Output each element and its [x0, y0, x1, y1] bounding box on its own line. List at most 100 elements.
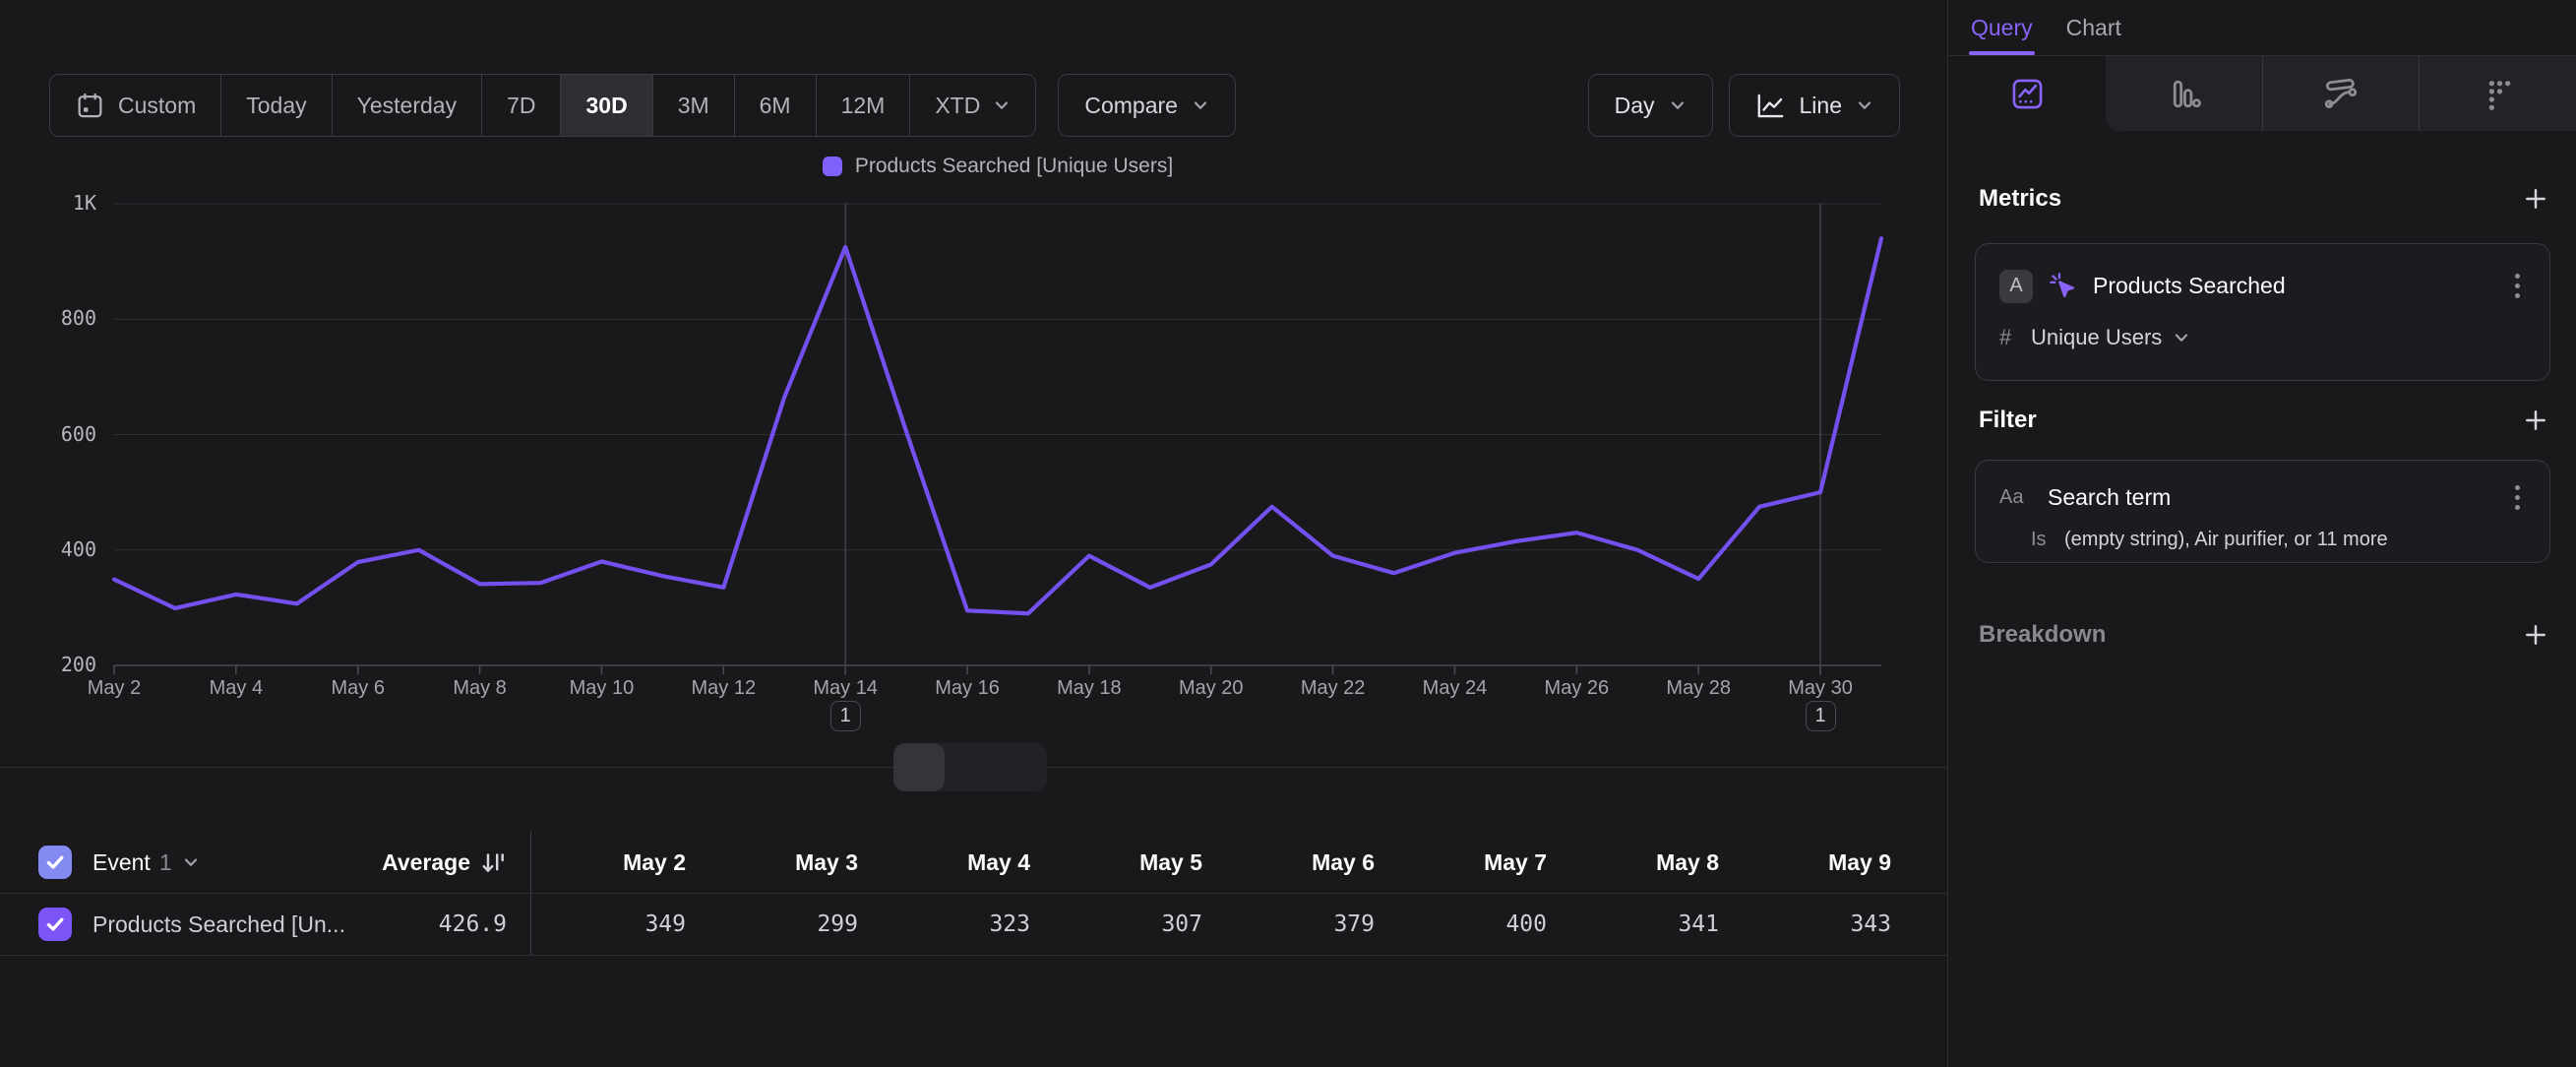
string-property-icon: Aa: [1999, 486, 2033, 509]
check-icon: [44, 913, 66, 935]
retention-icon: [2480, 76, 2516, 112]
series-name: Products Searched [Un...: [92, 911, 345, 938]
chart-only-view-icon: [956, 755, 984, 780]
filter-operator[interactable]: Is: [2031, 529, 2064, 551]
y-axis-label: 200: [0, 653, 96, 676]
table-header-left: Event 1 Average: [0, 832, 531, 893]
annotation-marker[interactable]: 1: [1806, 701, 1836, 731]
split-view-button[interactable]: [893, 743, 945, 791]
filter-card[interactable]: Aa Search term Is (empty string), Air pu…: [1975, 460, 2550, 563]
report-tab-flows[interactable]: [2262, 56, 2420, 131]
panel-tabs: Query Chart: [1949, 0, 2576, 56]
check-icon: [44, 851, 66, 873]
metric-measure-row: # Unique Users: [1976, 325, 2549, 350]
report-tab-funnels[interactable]: [2106, 56, 2262, 131]
metric-event-name[interactable]: Products Searched: [2093, 273, 2286, 299]
date-cell-value: 341: [1547, 911, 1719, 937]
date-column-header: May 4: [858, 849, 1030, 876]
series-line: [114, 238, 1881, 613]
x-axis-label: May 10: [542, 677, 660, 700]
y-axis-label: 800: [0, 306, 96, 330]
series-checkbox[interactable]: [38, 908, 72, 941]
breakdown-heading: Breakdown: [1979, 621, 2106, 649]
filter-kebab-menu[interactable]: [2509, 479, 2526, 516]
tab-query[interactable]: Query: [1971, 0, 2033, 55]
events-table: Event 1 Average May 2May 3May 4May 5May …: [0, 832, 1948, 956]
chart-only-view-button[interactable]: [945, 743, 996, 791]
metric-card[interactable]: A Products Searched # Unique Users: [1975, 243, 2550, 381]
average-sort[interactable]: Average: [382, 849, 530, 876]
x-axis-label: May 24: [1395, 677, 1513, 700]
report-type-tabs: [1949, 56, 2576, 131]
series-average: 426.9: [439, 911, 530, 937]
split-view-icon: [905, 755, 933, 780]
y-axis-label: 600: [0, 422, 96, 446]
tab-label: Chart: [2066, 15, 2121, 41]
chevron-down-icon: [2173, 329, 2190, 346]
select-all-checkbox[interactable]: [38, 846, 72, 879]
table-row: Products Searched [Un... 426.9 349299323…: [0, 894, 1948, 956]
x-axis-label: May 28: [1639, 677, 1757, 700]
y-axis-label: 400: [0, 537, 96, 561]
x-axis-label: May 22: [1274, 677, 1392, 700]
x-axis-label: May 14: [786, 677, 904, 700]
main-content: CustomTodayYesterday7D30D3M6M12MXTD Comp…: [0, 0, 1948, 1067]
layout-view-toggle: [893, 743, 1047, 791]
breakdown-section-header: Breakdown: [1949, 619, 2576, 651]
date-cell-value: 379: [1202, 911, 1375, 937]
x-axis-label: May 4: [177, 677, 295, 700]
filter-property-name[interactable]: Search term: [2048, 484, 2171, 511]
filter-heading: Filter: [1979, 407, 2037, 434]
measure-label: Unique Users: [2031, 325, 2162, 350]
table-row-left: Products Searched [Un... 426.9: [0, 894, 531, 955]
chevron-down-icon[interactable]: [182, 853, 200, 871]
table-date-headers: May 2May 3May 4May 5May 6May 7May 8May 9: [531, 832, 1892, 893]
metrics-heading: Metrics: [1979, 185, 2061, 213]
date-column-header: May 9: [1719, 849, 1891, 876]
metric-card-row: A Products Searched: [1976, 268, 2549, 304]
report-tab-insights[interactable]: [1949, 56, 2106, 131]
filter-value-row: Is (empty string), Air purifier, or 11 m…: [1976, 529, 2549, 551]
active-tab-underline: [1969, 51, 2035, 55]
measure-selector[interactable]: Unique Users: [2031, 325, 2190, 350]
event-cursor-icon: [2048, 271, 2078, 301]
average-column-label: Average: [382, 849, 470, 876]
sort-descending-icon: [480, 849, 507, 876]
x-axis-label: May 6: [299, 677, 417, 700]
date-column-header: May 8: [1547, 849, 1719, 876]
table-only-view-button[interactable]: [996, 743, 1047, 791]
add-metric-button plus-icon[interactable]: [2521, 184, 2550, 214]
date-column-header: May 5: [1030, 849, 1202, 876]
date-cell-value: 349: [531, 911, 686, 937]
measure-prefix: #: [1999, 325, 2031, 350]
tab-label: Query: [1971, 15, 2033, 41]
x-axis-label: May 2: [55, 677, 173, 700]
add-breakdown-button plus-icon[interactable]: [2521, 620, 2550, 650]
x-axis-label: May 8: [421, 677, 539, 700]
x-axis-label: May 30: [1761, 677, 1879, 700]
x-axis-label: May 20: [1152, 677, 1270, 700]
event-column-label[interactable]: Event: [92, 849, 151, 876]
date-cell-value: 343: [1719, 911, 1891, 937]
filter-value[interactable]: (empty string), Air purifier, or 11 more: [2064, 529, 2388, 551]
annotation-marker[interactable]: 1: [830, 701, 861, 731]
date-column-header: May 2: [531, 849, 686, 876]
date-column-header: May 7: [1375, 849, 1547, 876]
x-axis-label: May 16: [908, 677, 1026, 700]
x-axis-label: May 26: [1517, 677, 1635, 700]
report-tab-retention[interactable]: [2419, 56, 2576, 131]
add-filter-button plus-icon[interactable]: [2521, 406, 2550, 435]
date-column-header: May 3: [686, 849, 858, 876]
table-date-values: 349299323307379400341343: [531, 894, 1892, 955]
x-axis-label: May 18: [1030, 677, 1148, 700]
table-header-row: Event 1 Average May 2May 3May 4May 5May …: [0, 832, 1948, 894]
tab-chart[interactable]: Chart: [2066, 0, 2121, 55]
funnels-icon: [2166, 76, 2202, 112]
date-cell-value: 323: [858, 911, 1030, 937]
x-axis-label: May 12: [664, 677, 782, 700]
date-cell-value: 299: [686, 911, 858, 937]
date-column-header: May 6: [1202, 849, 1375, 876]
insights-icon: [2009, 76, 2046, 112]
metric-kebab-menu[interactable]: [2509, 268, 2526, 304]
filter-section-header: Filter: [1949, 405, 2576, 436]
